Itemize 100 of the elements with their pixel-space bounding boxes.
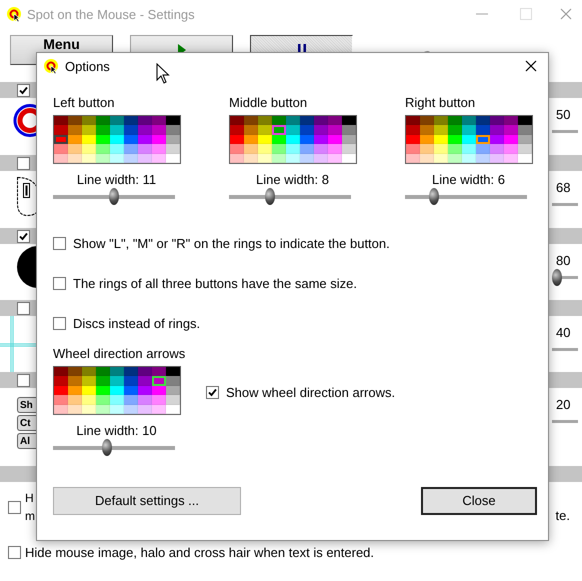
color-swatch[interactable]	[258, 125, 272, 135]
checkbox[interactable]	[17, 302, 30, 314]
color-swatch[interactable]	[82, 395, 96, 405]
color-swatch[interactable]	[272, 116, 286, 126]
slider-thumb[interactable]	[109, 188, 119, 205]
color-swatch[interactable]	[286, 116, 300, 126]
color-swatch[interactable]	[258, 144, 272, 154]
color-swatch[interactable]	[230, 144, 244, 154]
color-swatch[interactable]	[434, 116, 448, 126]
color-swatch[interactable]	[272, 125, 286, 135]
color-swatch[interactable]	[166, 116, 180, 126]
color-swatch[interactable]	[54, 116, 68, 126]
slider-thumb[interactable]	[429, 188, 440, 205]
modifier-key-button[interactable]: Al	[17, 433, 36, 449]
color-swatch[interactable]	[96, 395, 110, 405]
color-swatch[interactable]	[230, 125, 244, 135]
color-swatch[interactable]	[110, 116, 124, 126]
color-swatch[interactable]	[138, 376, 152, 386]
color-swatch[interactable]	[258, 116, 272, 126]
color-swatch[interactable]	[166, 125, 180, 135]
color-swatch[interactable]	[68, 144, 82, 154]
checkbox[interactable]	[53, 317, 66, 330]
checkbox[interactable]	[8, 500, 21, 514]
color-swatch[interactable]	[448, 144, 462, 154]
color-swatch[interactable]	[518, 144, 532, 154]
color-swatch[interactable]	[490, 116, 504, 126]
color-swatch[interactable]	[504, 125, 518, 135]
color-swatch[interactable]	[166, 395, 180, 405]
color-swatch[interactable]	[434, 125, 448, 135]
slider-thumb[interactable]	[265, 188, 276, 205]
color-swatch[interactable]	[272, 144, 286, 154]
color-swatch[interactable]	[124, 376, 138, 386]
color-swatch[interactable]	[54, 376, 68, 386]
color-swatch[interactable]	[342, 116, 356, 126]
color-swatch[interactable]	[54, 125, 68, 135]
color-swatch[interactable]	[300, 144, 314, 154]
color-swatch[interactable]	[138, 366, 152, 376]
color-swatch[interactable]	[462, 116, 476, 126]
color-swatch[interactable]	[68, 376, 82, 386]
checkbox[interactable]	[53, 237, 66, 250]
color-swatch[interactable]	[68, 395, 82, 405]
color-swatch[interactable]	[82, 125, 96, 135]
color-swatch[interactable]	[54, 366, 68, 376]
color-swatch[interactable]	[286, 144, 300, 154]
color-swatch[interactable]	[82, 144, 96, 154]
color-swatch[interactable]	[138, 395, 152, 405]
color-swatch[interactable]	[244, 116, 258, 126]
color-swatch[interactable]	[476, 116, 490, 126]
color-swatch[interactable]	[152, 125, 166, 135]
modifier-key-button[interactable]: Ct	[17, 415, 36, 431]
color-swatch[interactable]	[68, 366, 82, 376]
maximize-icon[interactable]	[520, 8, 532, 20]
color-swatch[interactable]	[124, 116, 138, 126]
color-swatch[interactable]	[490, 144, 504, 154]
checkbox[interactable]	[17, 156, 30, 170]
color-swatch[interactable]	[314, 116, 328, 126]
color-swatch[interactable]	[166, 144, 180, 154]
color-swatch[interactable]	[96, 376, 110, 386]
color-swatch[interactable]	[152, 395, 166, 405]
modifier-key-button[interactable]: Sh	[17, 397, 36, 413]
color-swatch[interactable]	[328, 116, 342, 126]
color-swatch[interactable]	[406, 116, 420, 126]
color-swatch[interactable]	[68, 125, 82, 135]
color-swatch[interactable]	[244, 125, 258, 135]
color-swatch[interactable]	[152, 144, 166, 154]
color-swatch[interactable]	[328, 125, 342, 135]
color-swatch[interactable]	[124, 144, 138, 154]
checkbox[interactable]	[17, 374, 30, 386]
close-icon[interactable]	[525, 60, 537, 72]
color-swatch[interactable]	[124, 395, 138, 405]
color-swatch[interactable]	[54, 144, 68, 154]
color-swatch[interactable]	[420, 125, 434, 135]
color-swatch[interactable]	[96, 116, 110, 126]
color-swatch[interactable]	[314, 144, 328, 154]
color-swatch[interactable]	[490, 125, 504, 135]
color-swatch[interactable]	[110, 366, 124, 376]
color-swatch[interactable]	[96, 366, 110, 376]
color-swatch[interactable]	[68, 116, 82, 126]
color-swatch[interactable]	[54, 395, 68, 405]
color-swatch[interactable]	[82, 116, 96, 126]
color-swatch[interactable]	[406, 144, 420, 154]
color-swatch[interactable]	[342, 125, 356, 135]
color-swatch[interactable]	[518, 116, 532, 126]
checkbox[interactable]	[8, 546, 21, 558]
color-swatch[interactable]	[286, 125, 300, 135]
color-swatch[interactable]	[82, 376, 96, 386]
color-swatch[interactable]	[152, 366, 166, 376]
color-swatch[interactable]	[420, 144, 434, 154]
color-swatch[interactable]	[504, 116, 518, 126]
color-swatch[interactable]	[138, 144, 152, 154]
color-swatch[interactable]	[138, 125, 152, 135]
color-swatch[interactable]	[406, 125, 420, 135]
color-swatch[interactable]	[462, 125, 476, 135]
color-swatch[interactable]	[328, 144, 342, 154]
color-swatch[interactable]	[314, 125, 328, 135]
color-swatch[interactable]	[110, 125, 124, 135]
color-swatch[interactable]	[110, 395, 124, 405]
color-swatch[interactable]	[518, 125, 532, 135]
checkbox[interactable]	[17, 84, 30, 96]
color-swatch[interactable]	[300, 125, 314, 135]
